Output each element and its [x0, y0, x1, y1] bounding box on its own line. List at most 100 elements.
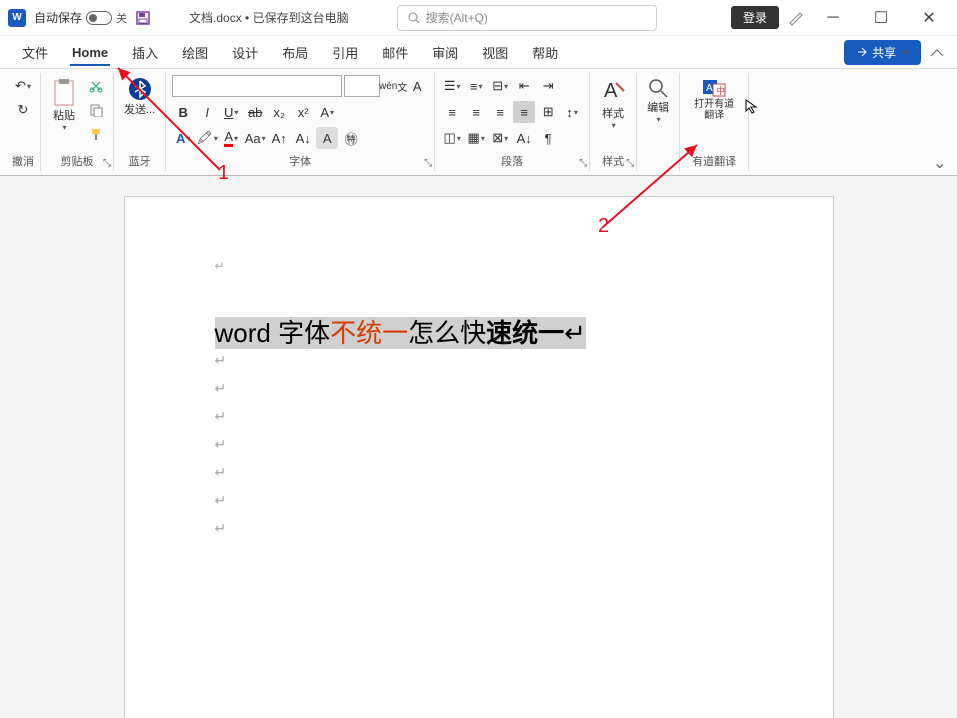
enclose-characters-button[interactable]: ㊕	[340, 127, 362, 149]
change-case-button[interactable]: Aa▾	[244, 127, 266, 149]
text-highlight-button[interactable]: A▾	[172, 127, 194, 149]
ribbon: ↶▾ ↻ 撤消 粘贴 ▾ 剪贴板 ⤡ 发送...	[0, 68, 957, 176]
text-effects-button[interactable]: A▾	[316, 101, 338, 123]
paste-label: 粘贴	[53, 107, 75, 123]
document-text-selection[interactable]: word 字体不统一怎么快速统一↵	[215, 317, 586, 349]
clipboard-launcher[interactable]: ⤡	[103, 158, 111, 169]
italic-button[interactable]: I	[196, 101, 218, 123]
distribute-button[interactable]: ⊞	[537, 101, 559, 123]
tab-view[interactable]: 视图	[472, 37, 518, 68]
shrink-font-button[interactable]: A↓	[292, 127, 314, 149]
group-bluetooth: 发送... 蓝牙	[114, 73, 166, 171]
autosave-label: 自动保存	[34, 9, 82, 26]
align-justify-button[interactable]: ≡	[513, 101, 535, 123]
align-right-button[interactable]: ≡	[489, 101, 511, 123]
show-marks-button[interactable]: ¶	[537, 127, 559, 149]
group-clipboard-label: 剪贴板	[61, 151, 94, 169]
subscript-button[interactable]: x₂	[268, 101, 290, 123]
bluetooth-send-button[interactable]: 发送...	[120, 75, 159, 119]
paste-button[interactable]: 粘贴 ▾	[47, 75, 81, 134]
group-translate: A中 打开有道翻译 有道翻译	[680, 73, 749, 171]
highlight-color-button[interactable]: 🖍▾	[196, 127, 218, 149]
sort-button[interactable]: A↓	[513, 127, 535, 149]
font-size-select[interactable]	[344, 75, 380, 97]
grow-font-button[interactable]: A↑	[268, 127, 290, 149]
multilevel-list-button[interactable]: ⊟▾	[489, 75, 511, 97]
chevron-down-icon: ▼	[901, 48, 909, 57]
undo-button[interactable]: ↶▾	[12, 75, 34, 97]
toggle-switch[interactable]	[86, 11, 112, 25]
font-launcher[interactable]: ⤡	[424, 158, 432, 169]
search-placeholder: 搜索(Alt+Q)	[426, 9, 488, 26]
title-bar: W 自动保存 关 文档.docx • 已保存到这台电脑 搜索(Alt+Q) 登录…	[0, 0, 957, 36]
align-left-button[interactable]: ≡	[441, 101, 463, 123]
tab-help[interactable]: 帮助	[522, 37, 568, 68]
login-button[interactable]: 登录	[731, 6, 779, 29]
cut-button[interactable]	[85, 75, 107, 97]
tab-draw[interactable]: 绘图	[172, 37, 218, 68]
window-controls: 登录 ─ ☐ ✕	[731, 3, 949, 33]
maximize-button[interactable]: ☐	[861, 3, 901, 33]
superscript-button[interactable]: x²	[292, 101, 314, 123]
paragraph-mark: ↵	[215, 380, 227, 396]
font-name-select[interactable]	[172, 75, 342, 97]
underline-button[interactable]: U▾	[220, 101, 242, 123]
format-painter-button[interactable]	[85, 123, 107, 145]
group-font-label: 字体	[289, 151, 311, 169]
borders-button[interactable]: ▦▾	[465, 127, 487, 149]
svg-text:A: A	[706, 83, 713, 94]
editing-button[interactable]: 编辑 ▾	[643, 75, 673, 126]
numbering-button[interactable]: ≡▾	[465, 75, 487, 97]
paragraph-mark: ↵	[215, 436, 227, 452]
editing-button-label: 编辑	[647, 99, 669, 115]
document-title[interactable]: 文档.docx • 已保存到这台电脑	[189, 9, 349, 26]
ribbon-mode-icon[interactable]	[929, 44, 945, 60]
svg-text:中: 中	[716, 85, 725, 96]
clear-formatting-button[interactable]: A	[316, 127, 338, 149]
styles-launcher[interactable]: ⤡	[626, 158, 634, 169]
tab-design[interactable]: 设计	[222, 37, 268, 68]
tab-home[interactable]: Home	[62, 39, 118, 66]
font-color-button[interactable]: A▾	[220, 127, 242, 149]
toggle-state: 关	[116, 10, 127, 26]
translate-button[interactable]: A中 打开有道翻译	[686, 75, 742, 123]
paragraph-launcher[interactable]: ⤡	[579, 158, 587, 169]
pen-icon[interactable]	[787, 9, 805, 27]
tab-review[interactable]: 审阅	[422, 37, 468, 68]
tab-file[interactable]: 文件	[12, 37, 58, 68]
increase-indent-button[interactable]: ⇥	[537, 75, 559, 97]
group-font: wén文 A B I U▾ ab x₂ x² A▾ A▾ 🖍▾ A▾ Aa▾ A…	[166, 73, 435, 171]
redo-button[interactable]: ↻	[12, 99, 34, 121]
save-icon[interactable]	[135, 10, 151, 26]
strikethrough-button[interactable]: ab	[244, 101, 266, 123]
share-button[interactable]: 共享 ▼	[844, 40, 921, 65]
character-border-button[interactable]: A	[406, 75, 428, 97]
character-shading-button[interactable]: ⊠▾	[489, 127, 511, 149]
group-undo: ↶▾ ↻ 撤消	[6, 73, 41, 171]
bullets-button[interactable]: ☰▾	[441, 75, 463, 97]
autosave-toggle[interactable]: 自动保存 关	[34, 9, 127, 26]
minimize-button[interactable]: ─	[813, 3, 853, 33]
group-bluetooth-label: 蓝牙	[129, 151, 151, 169]
decrease-indent-button[interactable]: ⇤	[513, 75, 535, 97]
styles-button[interactable]: A 样式 ▾	[596, 75, 630, 132]
tab-layout[interactable]: 布局	[272, 37, 318, 68]
translate-icon: A中	[701, 77, 727, 99]
tab-references[interactable]: 引用	[322, 37, 368, 68]
collapse-ribbon-button[interactable]: ⌄	[933, 153, 951, 171]
paragraph-mark: ↵	[215, 492, 227, 508]
tab-mail[interactable]: 邮件	[372, 37, 418, 68]
line-spacing-button[interactable]: ↕▾	[561, 101, 583, 123]
close-button[interactable]: ✕	[909, 3, 949, 33]
bold-button[interactable]: B	[172, 101, 194, 123]
shading-button[interactable]: ◫▾	[441, 127, 463, 149]
search-box[interactable]: 搜索(Alt+Q)	[397, 5, 657, 31]
document-canvas[interactable]: ↵ word 字体不统一怎么快速统一↵ ↵ ↵ ↵ ↵ ↵ ↵ ↵	[0, 176, 957, 718]
document-page[interactable]: ↵ word 字体不统一怎么快速统一↵ ↵ ↵ ↵ ↵ ↵ ↵ ↵	[124, 196, 834, 718]
tab-insert[interactable]: 插入	[122, 37, 168, 68]
chevron-down-icon: ▾	[612, 121, 616, 130]
copy-button[interactable]	[85, 99, 107, 121]
align-center-button[interactable]: ≡	[465, 101, 487, 123]
bluetooth-icon	[128, 77, 152, 101]
phonetic-guide-button[interactable]: wén文	[382, 75, 404, 97]
